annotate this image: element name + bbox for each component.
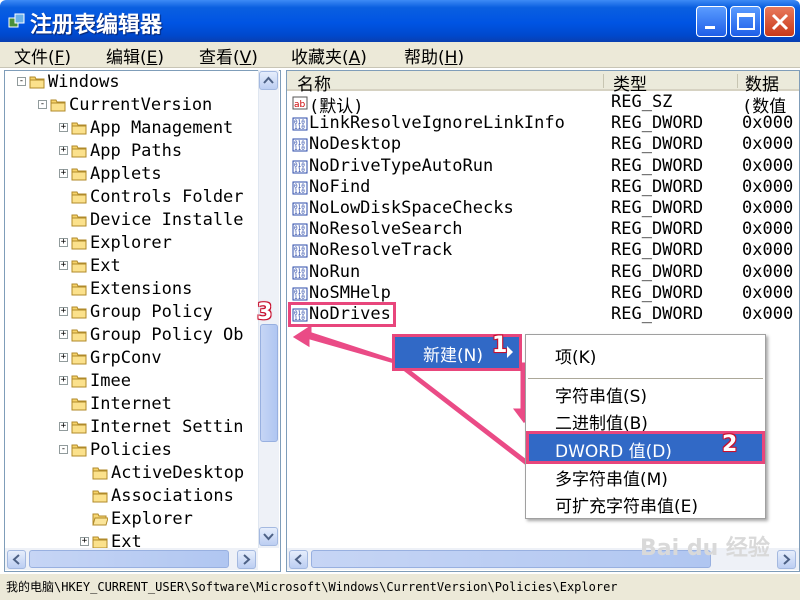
- new-submenu: 项(K) 字符串值(S) 二进制值(B) DWORD 值(D) 多字符串值(M)…: [525, 334, 766, 519]
- menu-item-key[interactable]: 项(K): [555, 343, 596, 368]
- menu-separator: [528, 378, 763, 379]
- menu-item-expandable-string-value[interactable]: 可扩充字符串值(E): [555, 492, 698, 517]
- step-badge-1: 1: [492, 333, 508, 358]
- dword-label: DWORD 值(D): [555, 442, 672, 462]
- new-label: 新建(N): [423, 346, 483, 366]
- step-badge-3: 3: [257, 300, 273, 325]
- menu-item-multi-string-value[interactable]: 多字符串值(M): [555, 465, 668, 490]
- menu-item-string-value[interactable]: 字符串值(S): [555, 382, 647, 407]
- step-badge-2: 2: [722, 432, 738, 457]
- submenu-arrow-icon: [507, 346, 513, 358]
- nodrives-highlight: [288, 302, 396, 327]
